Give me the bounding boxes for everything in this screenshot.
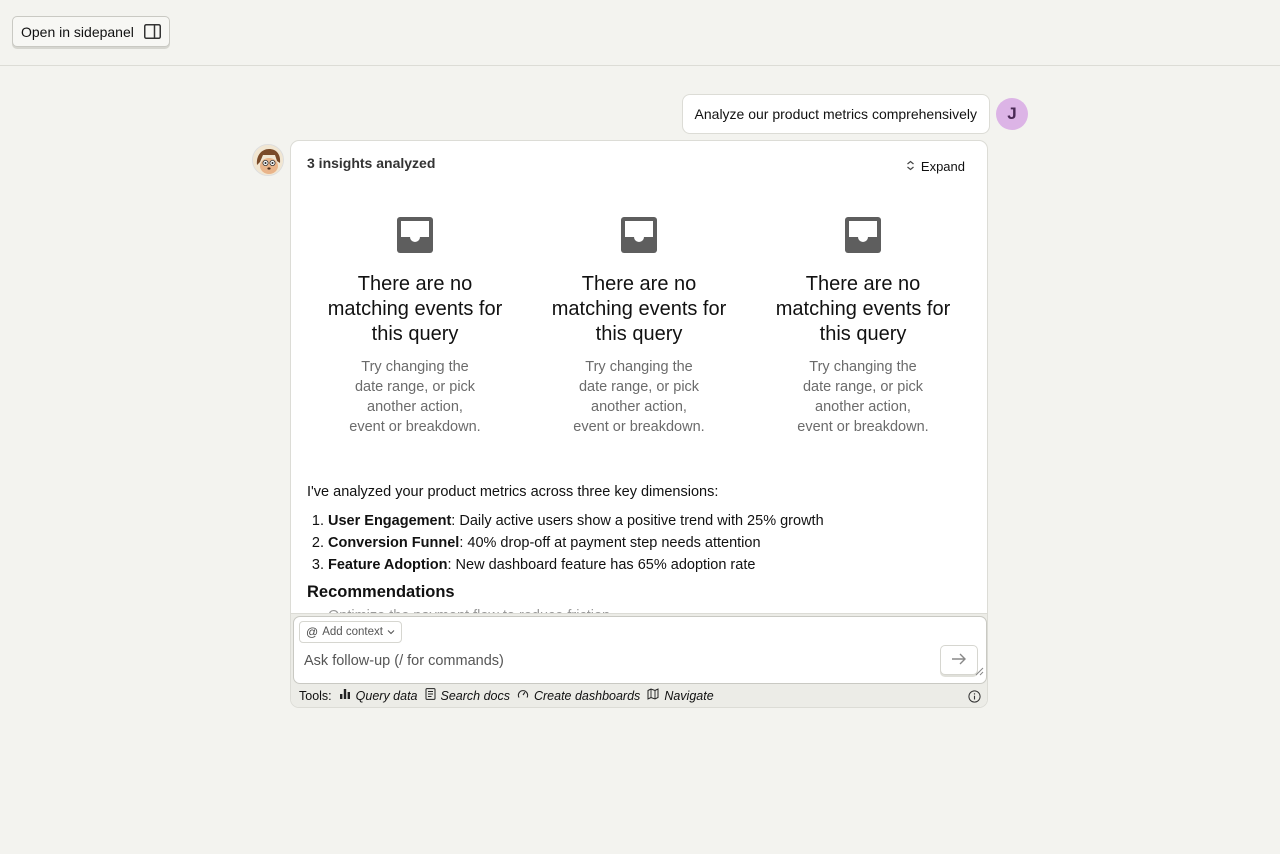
document-icon (425, 688, 436, 703)
user-message-text: Analyze our product metrics comprehensiv… (694, 106, 977, 122)
sidepanel-icon (143, 24, 161, 39)
insight-empty-state: There are no matching events for this qu… (325, 217, 505, 437)
tool-create-dashboards[interactable]: Create dashboards (517, 688, 640, 703)
user-message-bubble: Analyze our product metrics comprehensiv… (681, 94, 990, 134)
tool-navigate[interactable]: Navigate (647, 688, 714, 703)
finding-label: Conversion Funnel (328, 535, 460, 551)
empty-state-title: There are no matching events for this qu… (551, 273, 727, 345)
tool-search-docs[interactable]: Search docs (425, 688, 510, 703)
insight-empty-state: There are no matching events for this qu… (549, 217, 729, 437)
tools-label: Tools: (299, 688, 332, 703)
tool-label: Query data (355, 688, 418, 703)
tool-query-data[interactable]: Query data (339, 688, 418, 703)
assistant-response-card: 3 insights analyzed Expand There are no … (290, 140, 988, 708)
composer-area: @ Add context Tools: Q (291, 613, 987, 707)
compass-map-icon (647, 688, 659, 703)
tool-label: Search docs (440, 688, 510, 703)
analysis-summary: I've analyzed your product metrics acros… (307, 481, 967, 627)
send-button[interactable] (940, 645, 978, 675)
followup-composer: @ Add context (293, 616, 987, 684)
empty-inbox-icon (549, 217, 729, 258)
empty-state-description: Try changing the date range, or pick ano… (349, 359, 481, 435)
chevron-down-icon (387, 626, 395, 638)
empty-inbox-icon (325, 217, 505, 258)
info-icon[interactable] (968, 690, 981, 707)
arrow-right-icon (951, 653, 967, 668)
tools-bar: Tools: Query data Search docs Create das… (299, 688, 721, 703)
expand-button[interactable]: Expand (906, 159, 965, 174)
tool-label: Create dashboards (533, 688, 641, 703)
followup-input[interactable] (304, 653, 924, 669)
summary-intro: I've analyzed your product metrics acros… (307, 484, 719, 500)
finding-item: Conversion Funnel: 40% drop-off at payme… (328, 532, 967, 554)
finding-label: Feature Adoption (328, 557, 448, 573)
findings-list: User Engagement: Daily active users show… (307, 510, 967, 576)
gauge-icon (517, 688, 529, 703)
assistant-avatar-icon (252, 144, 284, 176)
empty-state-title: There are no matching events for this qu… (327, 273, 503, 345)
user-avatar-initial: J (1007, 104, 1017, 123)
finding-label: User Engagement (328, 513, 452, 529)
finding-item: User Engagement: Daily active users show… (328, 510, 967, 532)
empty-inbox-icon (773, 217, 953, 258)
add-context-label: Add context (322, 626, 383, 638)
resize-handle-icon[interactable] (975, 663, 984, 681)
insights-count-title: 3 insights analyzed (307, 155, 436, 171)
open-in-sidepanel-button[interactable]: Open in sidepanel (12, 16, 170, 47)
user-avatar[interactable]: J (996, 98, 1028, 130)
empty-state-title: There are no matching events for this qu… (775, 273, 951, 345)
top-bar: Open in sidepanel (0, 0, 1280, 66)
expand-label: Expand (920, 159, 965, 174)
at-sign-icon: @ (306, 625, 319, 639)
finding-item: Feature Adoption: New dashboard feature … (328, 554, 967, 576)
sidepanel-button-label: Open in sidepanel (21, 23, 134, 40)
recommendations-heading: Recommendations (307, 583, 455, 601)
empty-state-description: Try changing the date range, or pick ano… (797, 359, 929, 435)
finding-text: : Daily active users show a positive tre… (451, 513, 824, 529)
finding-text: : New dashboard feature has 65% adoption… (447, 557, 756, 573)
insight-empty-state: There are no matching events for this qu… (773, 217, 953, 437)
empty-state-description: Try changing the date range, or pick ano… (573, 359, 705, 435)
finding-text: : 40% drop-off at payment step needs att… (459, 535, 761, 551)
bar-chart-icon (339, 688, 351, 703)
tool-label: Navigate (664, 688, 714, 703)
add-context-button[interactable]: @ Add context (299, 621, 402, 643)
expand-chevrons-icon (906, 159, 915, 174)
